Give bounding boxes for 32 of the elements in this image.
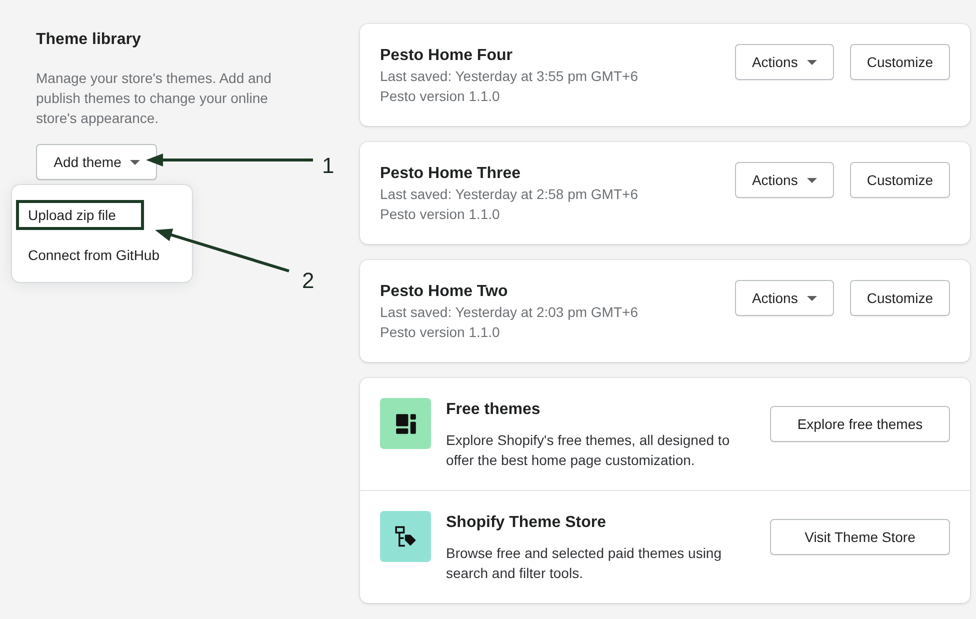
- actions-button[interactable]: Actions: [734, 162, 834, 198]
- last-saved-text: Last saved: Yesterday at 2:03 pm GMT+6: [380, 303, 638, 322]
- caret-icon: [806, 296, 817, 300]
- annotation-number: 1: [322, 153, 334, 179]
- customize-button[interactable]: Customize: [850, 44, 950, 80]
- customize-button[interactable]: Customize: [850, 280, 950, 316]
- section-description: Manage your store's themes. Add and publish themes to change your online store's appearance.: [36, 69, 272, 128]
- theme-name: Pesto Home Two: [380, 282, 509, 302]
- version-text: Pesto version 1.1.0: [380, 323, 501, 342]
- discover-title: Free themes: [446, 400, 542, 420]
- caret-icon: [806, 60, 817, 64]
- add-theme-button[interactable]: Add theme: [36, 144, 157, 180]
- discover-title: Shopify Theme Store: [446, 513, 608, 533]
- caret-icon: [130, 160, 140, 164]
- actions-button[interactable]: Actions: [734, 44, 834, 80]
- discover-button[interactable]: Visit Theme Store: [770, 519, 950, 555]
- annotation-number: 2: [302, 268, 314, 294]
- last-saved-text: Last saved: Yesterday at 3:55 pm GMT+6: [380, 67, 638, 86]
- customize-button[interactable]: Customize: [850, 162, 950, 198]
- discover-button[interactable]: Explore free themes: [770, 406, 950, 442]
- menu-item[interactable]: Upload zip file: [16, 200, 144, 230]
- actions-button[interactable]: Actions: [734, 280, 834, 316]
- version-text: Pesto version 1.1.0: [380, 87, 501, 106]
- theme-name: Pesto Home Three: [380, 164, 522, 184]
- discover-description: Browse free and selected paid themes using search and filter tools.: [446, 544, 722, 583]
- caret-icon: [806, 178, 817, 182]
- discover-description: Explore Shopify's free themes, all designed to offer the best home page customization.: [446, 431, 731, 470]
- last-saved-text: Last saved: Yesterday at 2:58 pm GMT+6: [380, 185, 638, 204]
- menu-item[interactable]: Connect from GitHub: [16, 240, 188, 270]
- theme-name: Pesto Home Four: [380, 46, 514, 66]
- section-title: Theme library: [36, 30, 142, 50]
- version-text: Pesto version 1.1.0: [380, 205, 501, 224]
